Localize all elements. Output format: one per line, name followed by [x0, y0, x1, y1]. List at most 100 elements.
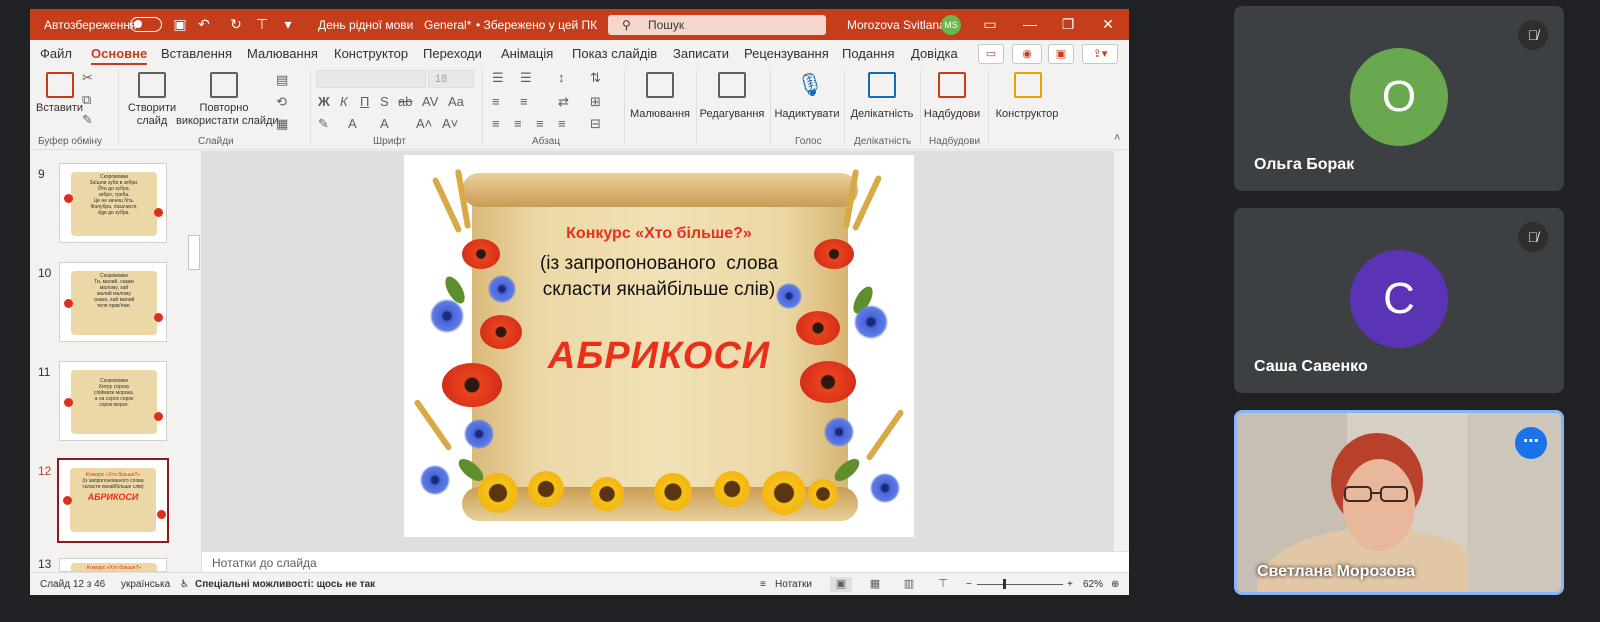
save-icon[interactable]: ▣	[172, 16, 188, 32]
tab-design[interactable]: Конструктор	[334, 46, 408, 61]
drawing-icon[interactable]	[646, 72, 674, 98]
user-avatar[interactable]: MS	[941, 15, 961, 35]
slide-thumbnail-13[interactable]: Конкурс «Хто більше?»	[59, 558, 167, 572]
restore-icon[interactable]: ❐	[1060, 16, 1076, 32]
record-button[interactable]: ◉	[1012, 44, 1042, 64]
fit-to-window-icon[interactable]: ⊕	[1111, 579, 1119, 590]
sensitivity-icon[interactable]	[868, 72, 896, 98]
editor-scrollbar[interactable]	[1114, 151, 1129, 551]
designer-label[interactable]: Конструктор	[992, 108, 1062, 121]
drawing-label[interactable]: Малювання	[628, 108, 692, 121]
increase-font-icon[interactable]: A˄	[416, 116, 432, 131]
user-name[interactable]: Morozova Svitlana	[847, 18, 946, 32]
zoom-slider-knob[interactable]	[1003, 579, 1006, 589]
notes-pane[interactable]: Нотатки до слайда	[202, 551, 1129, 572]
tab-insert[interactable]: Вставлення	[161, 46, 232, 61]
slide-sorter-icon[interactable]: ▦	[864, 577, 886, 592]
language-indicator[interactable]: українська	[121, 579, 170, 590]
shadow-icon[interactable]: S	[380, 94, 389, 109]
tab-file[interactable]: Файл	[40, 46, 72, 61]
slide-thumbnail-12[interactable]: Конкурс «Хто більше?» (із запропонованог…	[57, 458, 169, 543]
cut-icon[interactable]: ✂	[82, 70, 93, 86]
slide-subtitle[interactable]: (із запропонованого слова скласти якнайб…	[484, 251, 834, 303]
addins-icon[interactable]	[938, 72, 966, 98]
decrease-font-icon[interactable]: A˅	[442, 116, 458, 131]
align-text-icon[interactable]: ⊞	[590, 94, 601, 110]
slide-word[interactable]: АБРИКОСИ	[484, 335, 834, 378]
autosave-toggle[interactable]	[130, 17, 162, 32]
highlight-icon[interactable]: ✎	[318, 116, 329, 132]
designer-icon[interactable]	[1014, 72, 1042, 98]
present-icon[interactable]: ⊤	[254, 16, 270, 32]
tab-review[interactable]: Рецензування	[744, 46, 829, 61]
align-right-icon[interactable]: ≡	[536, 116, 544, 131]
close-icon[interactable]: ✕	[1100, 16, 1116, 32]
comments-button[interactable]: ▭	[978, 44, 1004, 64]
undo-icon[interactable]: ↶	[196, 16, 212, 32]
editing-icon[interactable]	[718, 72, 746, 98]
tab-transitions[interactable]: Переходи	[423, 46, 482, 61]
spacing-icon[interactable]: AV	[422, 94, 438, 109]
tab-draw[interactable]: Малювання	[247, 46, 318, 61]
font-color-icon[interactable]: A	[348, 116, 357, 131]
slide-counter[interactable]: Слайд 12 з 46	[40, 579, 105, 590]
paste-icon[interactable]	[46, 72, 74, 98]
italic-icon[interactable]: К	[340, 94, 348, 109]
reset-icon[interactable]: ⟲	[276, 94, 287, 110]
underline-icon[interactable]: П	[360, 94, 369, 109]
normal-view-icon[interactable]: ▣	[830, 577, 852, 592]
zoom-out-icon[interactable]: −	[966, 579, 972, 590]
new-slide-label-1[interactable]: Створити	[127, 102, 177, 115]
align-left-icon[interactable]: ≡	[492, 116, 500, 131]
tab-animations[interactable]: Анімація	[501, 46, 553, 61]
new-slide-icon[interactable]	[138, 72, 166, 98]
reuse-slides-icon[interactable]	[210, 72, 238, 98]
bullets-icon[interactable]: ☰	[492, 70, 504, 86]
addins-label[interactable]: Надбудови	[922, 108, 982, 121]
decrease-indent-icon[interactable]: ≡	[492, 94, 500, 109]
accessibility-status[interactable]: Спеціальні можливості: щось не так	[195, 579, 375, 590]
font-size-box[interactable]: 18	[428, 70, 474, 88]
notes-button[interactable]: Нотатки	[775, 579, 812, 590]
slide-title[interactable]: Конкурс «Хто більше?»	[484, 225, 834, 243]
reuse-slides-label-1[interactable]: Повторно	[176, 102, 272, 115]
zoom-level[interactable]: 62%	[1083, 579, 1103, 590]
document-title[interactable]: День рідної мови	[318, 18, 413, 32]
clear-format-icon[interactable]: A	[380, 116, 389, 131]
current-slide[interactable]: Конкурс «Хто більше?» (із запропонованог…	[404, 155, 914, 537]
present-button[interactable]: ▣	[1048, 44, 1074, 64]
microphone-icon[interactable]: 🎙	[796, 72, 824, 98]
section-icon[interactable]: ▦	[276, 116, 288, 132]
tab-help[interactable]: Довідка	[911, 46, 958, 61]
collapse-ribbon-icon[interactable]: ˄	[1114, 132, 1120, 144]
smartart-icon[interactable]: ⊟	[590, 116, 601, 132]
line-spacing-icon[interactable]: ↕	[558, 70, 565, 85]
case-icon[interactable]: Aa	[448, 94, 464, 109]
minimize-icon[interactable]: —	[1022, 16, 1038, 32]
justify-icon[interactable]: ≡	[558, 116, 566, 131]
text-direction-icon[interactable]: ⇄	[558, 94, 569, 110]
search-box[interactable]: ⚲ Пошук	[608, 15, 826, 35]
new-slide-label-2[interactable]: слайд	[127, 115, 177, 128]
copy-icon[interactable]: ⧉	[82, 92, 91, 108]
numbering-icon[interactable]: ☰	[520, 70, 532, 86]
sort-icon[interactable]: ⇅	[590, 70, 601, 86]
participant-tile[interactable]: 🎙̸ О Ольга Борак	[1234, 6, 1564, 191]
participant-video-tile[interactable]: ⋯ Светлана Морозова	[1234, 410, 1564, 595]
font-name-box[interactable]	[316, 70, 426, 88]
participant-tile[interactable]: 🎙̸ С Саша Савенко	[1234, 208, 1564, 393]
tab-home[interactable]: Основне	[91, 46, 148, 65]
layout-icon[interactable]: ▤	[276, 72, 288, 88]
customize-qat-icon[interactable]: ▾	[280, 16, 296, 32]
ribbon-display-icon[interactable]: ▭	[982, 16, 998, 32]
increase-indent-icon[interactable]: ≡	[520, 94, 528, 109]
paste-label[interactable]: Вставити	[36, 102, 83, 115]
dictate-label[interactable]: Надиктувати	[774, 108, 840, 121]
tab-view[interactable]: Подання	[842, 46, 895, 61]
reuse-slides-label-2[interactable]: використати слайди	[176, 115, 279, 128]
slide-thumbnail-9[interactable]: Скоромовки Заїшли зуби в зебри. Йти до з…	[59, 163, 167, 243]
slideshow-icon[interactable]: ⊤	[932, 577, 954, 592]
more-options-button[interactable]: ⋯	[1515, 427, 1547, 459]
format-painter-icon[interactable]: ✎	[82, 112, 93, 128]
reading-view-icon[interactable]: ▥	[898, 577, 920, 592]
